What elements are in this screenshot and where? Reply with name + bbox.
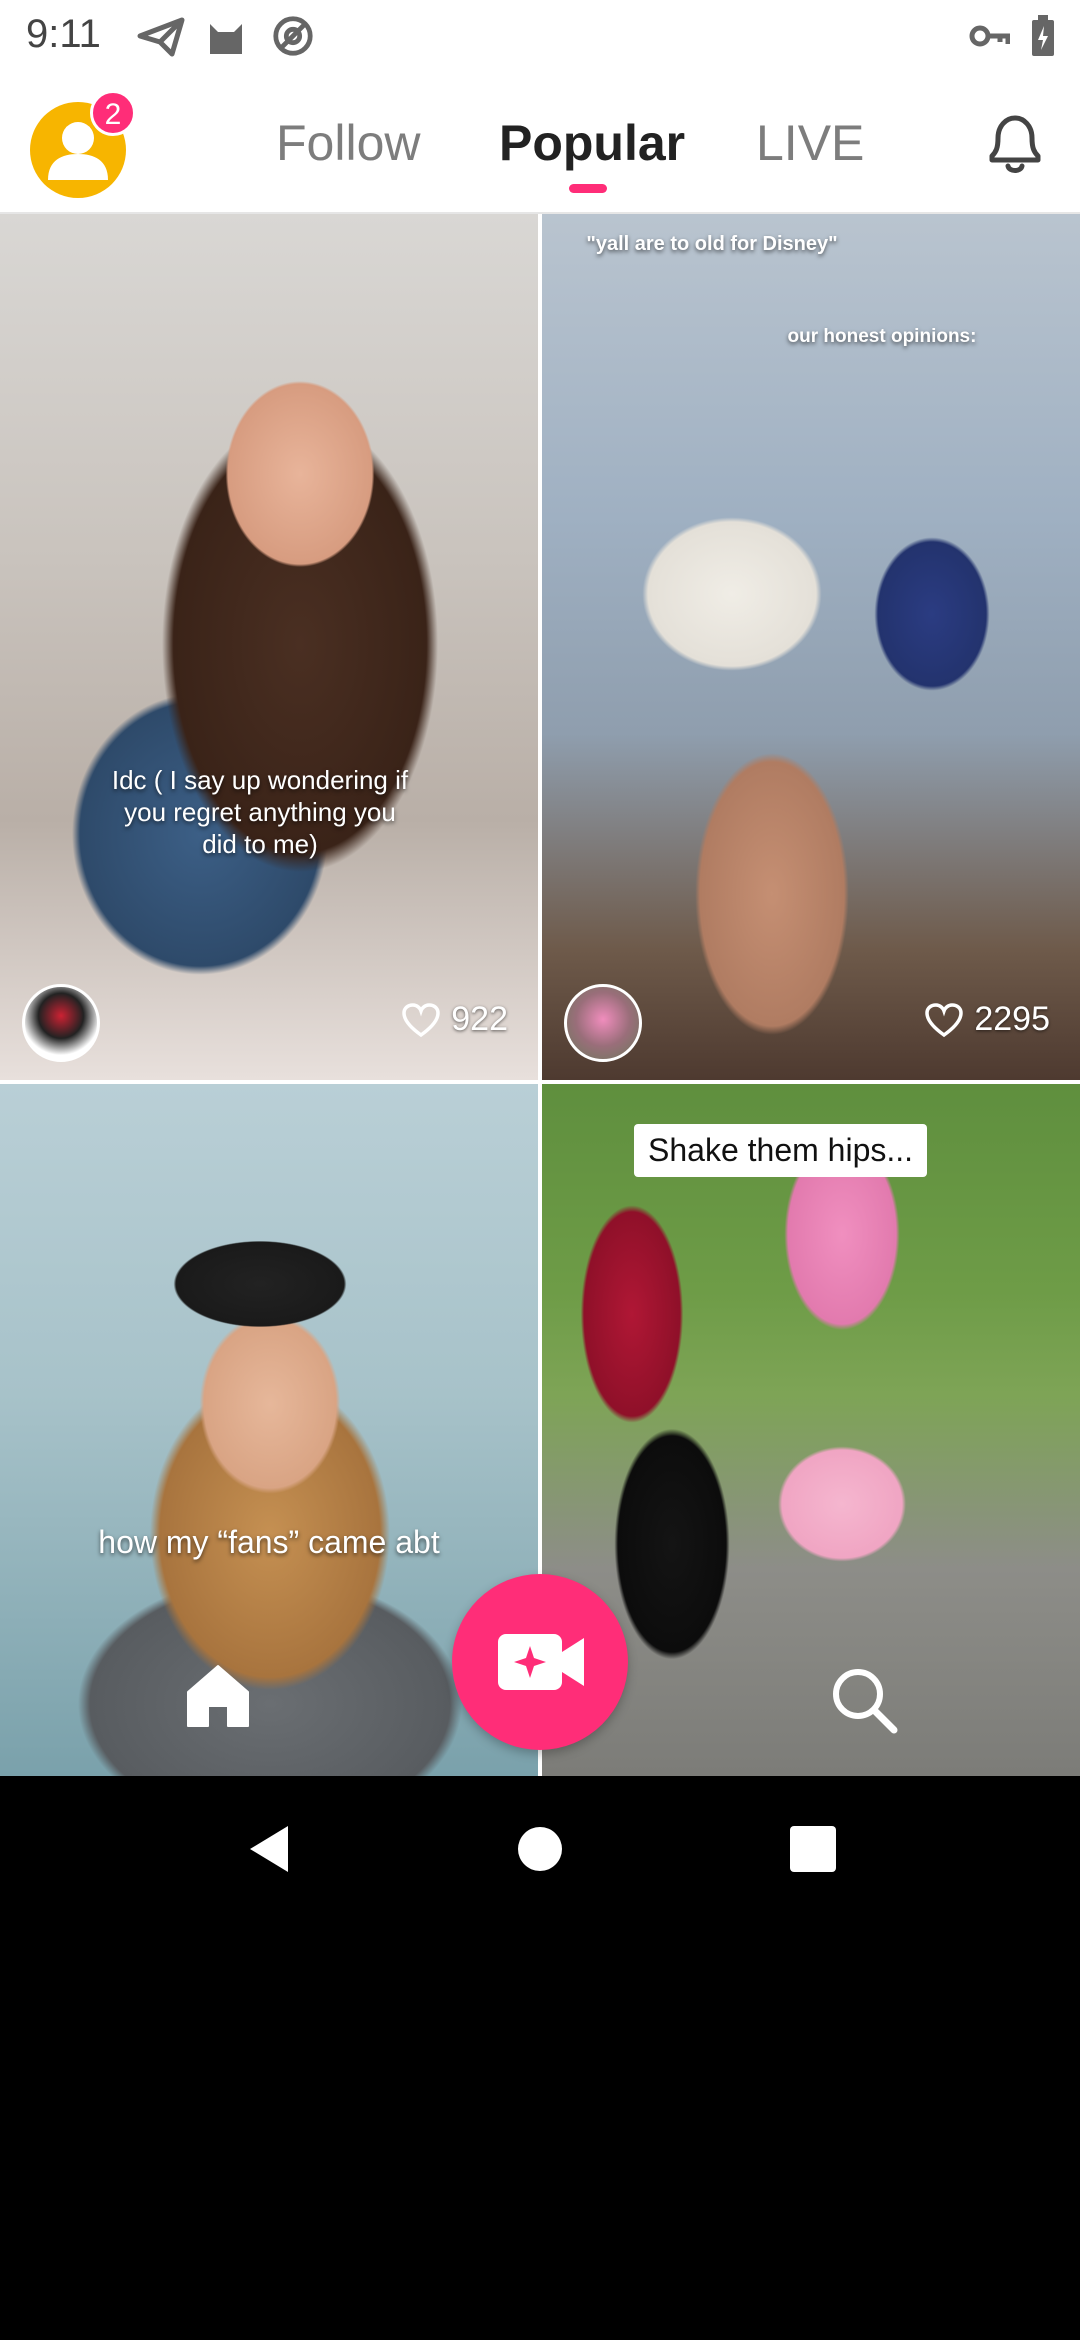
battery-charging-icon — [1032, 15, 1054, 56]
heart-icon — [925, 1002, 964, 1037]
video-thumbnail — [0, 214, 538, 1080]
tab-follow[interactable]: Follow — [276, 114, 420, 172]
video-caption: Idc ( I say up wondering if you regret a… — [111, 765, 409, 859]
status-time: 9:11 — [26, 12, 101, 56]
recents-icon[interactable] — [786, 1822, 840, 1876]
home-circle-icon[interactable] — [513, 1822, 567, 1876]
author-avatar[interactable] — [564, 984, 642, 1062]
record-video-button[interactable] — [452, 1574, 628, 1750]
home-icon[interactable] — [182, 1660, 254, 1730]
caption-pill: Shake them hips... — [634, 1124, 928, 1177]
video-feed-grid: Idc ( I say up wondering if you regret a… — [0, 214, 1080, 1776]
video-card[interactable]: Idc ( I say up wondering if you regret a… — [0, 214, 538, 1080]
tab-live[interactable]: LIVE — [756, 114, 864, 172]
video-caption: Shake them hips... — [648, 1132, 914, 1168]
like-count-value: 2295 — [974, 1000, 1050, 1038]
send-icon — [137, 17, 185, 57]
like-count[interactable]: 922 — [401, 1000, 508, 1039]
video-caption-sub: our honest opinions: — [787, 326, 977, 347]
like-count[interactable]: 2295 — [924, 1000, 1050, 1039]
key-icon — [969, 25, 1010, 47]
notification-badge: 2 — [90, 90, 136, 136]
top-header: 2 Follow Popular LIVE — [0, 72, 1080, 214]
cat-icon — [210, 24, 242, 54]
active-tab-indicator — [569, 184, 607, 193]
bell-icon[interactable] — [982, 108, 1048, 178]
heart-icon — [402, 1002, 441, 1037]
status-bar: 9:11 — [0, 0, 1080, 72]
video-caption-top: "yall are to old for Disney" — [586, 233, 838, 255]
record-video-icon — [498, 1634, 584, 1690]
search-icon[interactable] — [826, 1662, 902, 1738]
video-card[interactable]: "yall are to old for Disney" our honest … — [542, 214, 1080, 1080]
system-navigation-bar — [0, 1776, 1080, 1926]
video-caption: how my “fans” came abt — [98, 1524, 440, 1560]
back-icon[interactable] — [242, 1822, 296, 1876]
tab-popular[interactable]: Popular — [499, 114, 685, 172]
like-count-value: 922 — [451, 1000, 508, 1038]
at-sign-icon — [273, 16, 313, 56]
author-avatar[interactable] — [22, 984, 100, 1062]
